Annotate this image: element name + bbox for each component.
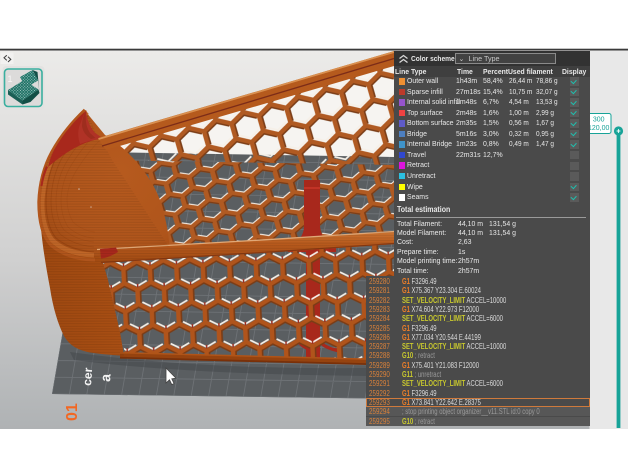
svg-text:a: a xyxy=(97,373,114,382)
svg-text:01: 01 xyxy=(64,403,81,421)
svg-text:120,00: 120,00 xyxy=(588,125,610,132)
svg-text:300: 300 xyxy=(593,117,605,124)
svg-text:1: 1 xyxy=(8,74,13,84)
svg-text:cer: cer xyxy=(80,367,95,386)
